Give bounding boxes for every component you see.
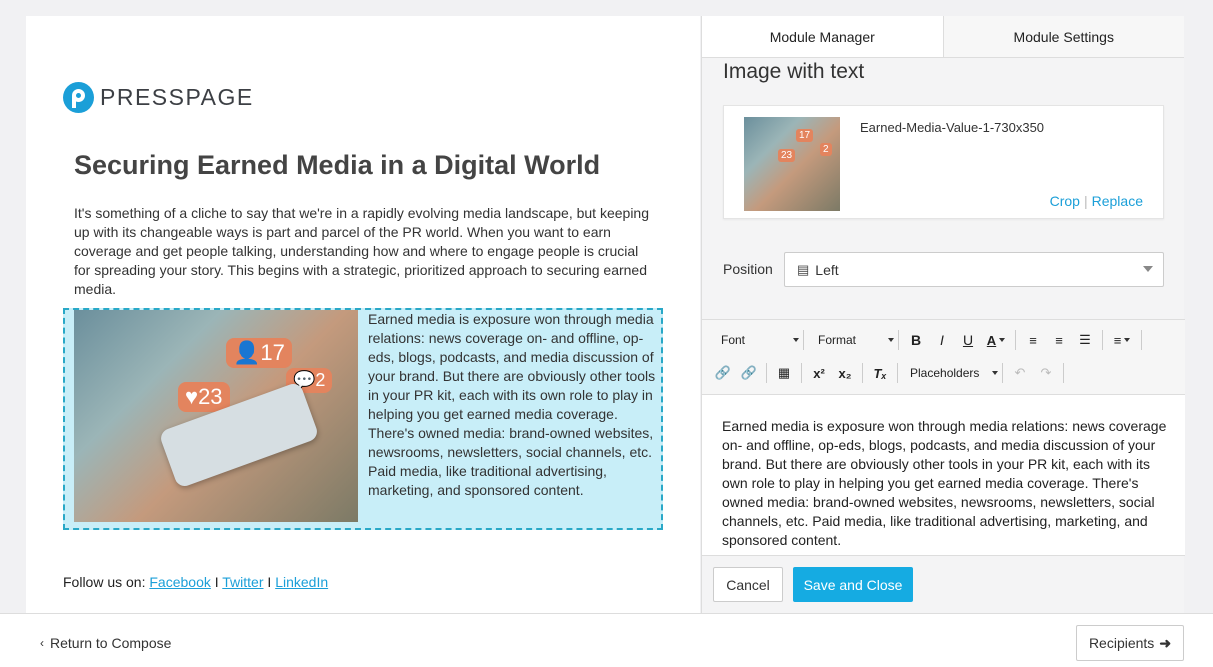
chevron-down-icon: [992, 371, 998, 375]
footer-bar: ‹ Return to Compose Recipients ➜: [0, 613, 1213, 667]
clear-formatting-icon[interactable]: Tₓ: [867, 360, 893, 386]
linkedin-link[interactable]: LinkedIn: [275, 574, 328, 590]
redo-icon[interactable]: ↷: [1033, 360, 1059, 386]
thumb-badge: 2: [820, 143, 832, 156]
toolbar-separator: [1002, 363, 1003, 383]
toolbar-separator: [803, 330, 804, 350]
link-separator: I: [210, 574, 223, 590]
link-separator: I: [263, 574, 276, 590]
subscript-icon[interactable]: x₂: [832, 360, 858, 386]
bold-icon[interactable]: B: [903, 327, 929, 353]
panel-title: Image with text: [723, 60, 865, 83]
tab-module-manager[interactable]: Module Manager: [702, 16, 944, 57]
toolbar-separator: [1141, 330, 1142, 350]
image-filename: Earned-Media-Value-1-730x350: [860, 120, 1045, 135]
font-dropdown-label: Font: [721, 333, 746, 347]
position-select[interactable]: ▤ Left: [784, 252, 1164, 287]
editor-content[interactable]: Earned media is exposure won through med…: [722, 417, 1167, 550]
chevron-down-icon: [1143, 266, 1153, 272]
text-color-icon[interactable]: A: [981, 327, 1011, 353]
chevron-left-icon: ‹: [40, 636, 44, 650]
placeholders-dropdown[interactable]: Placeholders: [910, 360, 998, 386]
align-dropdown-icon[interactable]: ≡: [1107, 327, 1137, 353]
email-headline: Securing Earned Media in a Digital World: [74, 150, 601, 180]
toolbar-separator: [1063, 363, 1064, 383]
image-card: 17 23 2 Earned-Media-Value-1-730x350 Cro…: [723, 105, 1164, 219]
follow-us: Follow us on: Facebook I Twitter I Linke…: [63, 574, 328, 590]
toolbar-row: 🔗 🔗 ▦ x² x₂ Tₓ Placeholders ↶ ↷: [702, 358, 1068, 388]
toolbar-separator: [1015, 330, 1016, 350]
save-and-close-button[interactable]: Save and Close: [793, 567, 913, 602]
logo-text: PRESSPAGE: [100, 84, 254, 110]
module-panel: Module Manager Module Settings Image wit…: [701, 16, 1185, 613]
twitter-link[interactable]: Twitter: [222, 574, 263, 590]
image-left-icon: ▤: [797, 261, 810, 277]
thumb-badge: 17: [796, 129, 814, 142]
underline-icon[interactable]: U: [955, 327, 981, 353]
toolbar-separator: [897, 363, 898, 383]
crop-link[interactable]: Crop: [1050, 193, 1080, 209]
link-icon[interactable]: 🔗: [710, 360, 736, 386]
follow-label: Follow us on:: [63, 574, 150, 590]
unlink-icon[interactable]: 🔗: [736, 360, 762, 386]
panel-tabs: Module Manager Module Settings: [702, 16, 1184, 58]
justify-icon[interactable]: ☰: [1072, 327, 1098, 353]
recipients-button[interactable]: Recipients ➜: [1076, 625, 1184, 661]
arrow-right-icon: ➜: [1159, 634, 1172, 651]
bulleted-list-icon[interactable]: ≡: [1020, 327, 1046, 353]
image-actions: Crop | Replace: [1050, 193, 1143, 209]
image-thumbnail: 17 23 2: [744, 117, 840, 211]
presspage-logo: PRESSPAGE: [63, 82, 254, 113]
thumb-badge: 23: [778, 149, 796, 162]
recipients-label: Recipients: [1088, 635, 1155, 651]
action-separator: |: [1083, 193, 1088, 209]
replace-link[interactable]: Replace: [1092, 193, 1143, 209]
toolbar-separator: [862, 363, 863, 383]
undo-icon[interactable]: ↶: [1007, 360, 1033, 386]
chevron-down-icon: [888, 338, 894, 342]
image-with-text-module[interactable]: 👤17 ♥23 💬2 Earned media is exposure won …: [63, 308, 663, 530]
placeholders-label: Placeholders: [910, 366, 980, 380]
superscript-icon[interactable]: x²: [806, 360, 832, 386]
chevron-down-icon: [793, 338, 799, 342]
facebook-link[interactable]: Facebook: [149, 574, 210, 590]
module-text: Earned media is exposure won through med…: [368, 311, 656, 498]
italic-icon[interactable]: I: [929, 327, 955, 353]
toolbar-separator: [1102, 330, 1103, 350]
module-image: 👤17 ♥23 💬2: [74, 310, 358, 522]
rich-text-editor: Font Format B I U A ≡ ≡ ☰ ≡ 🔗 🔗 ▦ x² x₂ …: [702, 319, 1185, 556]
follower-badge: 👤17: [226, 338, 292, 368]
numbered-list-icon[interactable]: ≡: [1046, 327, 1072, 353]
position-label: Position: [723, 261, 773, 277]
presspage-logo-icon: [63, 82, 94, 113]
cancel-button[interactable]: Cancel: [713, 567, 783, 602]
return-label: Return to Compose: [50, 635, 172, 651]
table-icon[interactable]: ▦: [771, 360, 797, 386]
font-dropdown[interactable]: Font: [721, 327, 799, 353]
format-dropdown[interactable]: Format: [818, 327, 894, 353]
likes-badge: ♥23: [178, 382, 230, 412]
intro-paragraph: It's something of a cliche to say that w…: [74, 205, 650, 297]
toolbar-row: Font Format B I U A ≡ ≡ ☰ ≡: [702, 325, 1146, 355]
email-preview: PRESSPAGE Securing Earned Media in a Dig…: [26, 16, 700, 613]
toolbar-separator: [766, 363, 767, 383]
position-value: Left: [815, 261, 839, 278]
tab-module-settings[interactable]: Module Settings: [943, 16, 1184, 57]
format-dropdown-label: Format: [818, 333, 857, 347]
editor-toolbar: Font Format B I U A ≡ ≡ ☰ ≡ 🔗 🔗 ▦ x² x₂ …: [702, 320, 1185, 395]
toolbar-separator: [898, 330, 899, 350]
toolbar-separator: [801, 363, 802, 383]
return-to-compose-link[interactable]: ‹ Return to Compose: [40, 635, 171, 651]
